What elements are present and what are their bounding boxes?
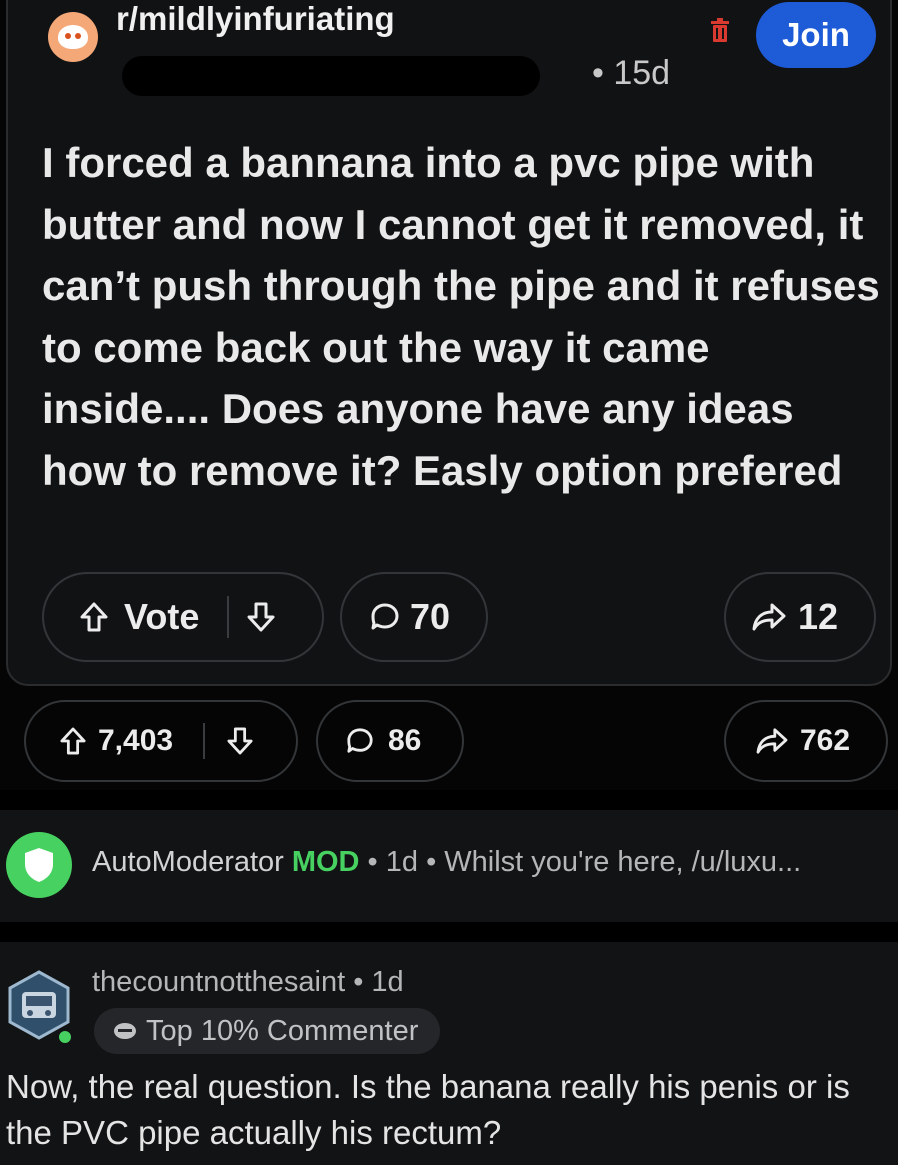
- mod-badge: MOD: [291, 846, 360, 878]
- section-divider: [0, 922, 898, 942]
- upvote-icon[interactable]: [80, 602, 108, 632]
- subreddit-avatar[interactable]: [48, 12, 98, 62]
- comment-header: thecountnotthesaint • 1d: [92, 966, 404, 999]
- reddit-screenshot: r/mildlyinfuriating • 15d Join I forced …: [0, 0, 898, 1165]
- snoo-icon: [58, 25, 88, 49]
- shield-icon: [25, 848, 53, 882]
- flair-text: Top 10% Commenter: [146, 1014, 419, 1047]
- post-score: 7,403: [98, 724, 174, 757]
- trash-icon[interactable]: [710, 18, 730, 42]
- comment-username[interactable]: thecountnotthesaint: [92, 966, 345, 998]
- comment-body: Now, the real question. Is the banana re…: [6, 1068, 850, 1151]
- comment-icon: [347, 728, 373, 753]
- automod-avatar: [6, 832, 72, 898]
- online-indicator: [56, 1028, 74, 1046]
- downvote-icon[interactable]: [247, 602, 275, 632]
- post-age: • 15d: [592, 54, 671, 92]
- automod-comment[interactable]: AutoModerator MOD • 1d • Whilst you're he…: [0, 810, 898, 922]
- comment-icon: [371, 603, 399, 630]
- comment: thecountnotthesaint • 1d Top 10% Comment…: [0, 940, 898, 1165]
- vote-separator: [203, 723, 206, 759]
- subreddit-name[interactable]: r/mildlyinfuriating: [116, 0, 395, 38]
- share-button[interactable]: 12: [724, 572, 876, 662]
- post-share-count: 762: [800, 724, 851, 757]
- automod-name[interactable]: AutoModerator: [92, 846, 284, 878]
- share-icon: [752, 603, 786, 631]
- vote-label: Vote: [124, 596, 200, 637]
- join-button[interactable]: Join: [756, 2, 876, 68]
- redacted-username: [122, 56, 540, 96]
- vote-control: Vote: [42, 572, 324, 662]
- share-icon: [756, 728, 788, 754]
- share-count: 12: [798, 596, 839, 637]
- downvote-icon[interactable]: [227, 727, 253, 755]
- post-vote-control: 7,403: [24, 700, 298, 782]
- vote-separator: [227, 596, 230, 638]
- post-comments-button[interactable]: 86: [316, 700, 464, 782]
- post-share-button[interactable]: 762: [724, 700, 888, 782]
- post-comment-count: 86: [388, 724, 422, 757]
- comments-button[interactable]: 70: [340, 572, 488, 662]
- comment-age: • 1d: [345, 966, 404, 998]
- automod-meta: • 1d • Whilst you're here, /u/luxu...: [359, 846, 802, 878]
- comment-count: 70: [410, 596, 451, 637]
- upvote-icon[interactable]: [60, 727, 86, 755]
- post-title: I forced a bannana into a pvc pipe with …: [42, 139, 880, 494]
- flair-icon: [114, 1023, 136, 1039]
- automod-header: AutoModerator MOD • 1d • Whilst you're he…: [92, 846, 801, 879]
- user-flair: Top 10% Commenter: [94, 1008, 441, 1054]
- section-divider: [0, 790, 898, 810]
